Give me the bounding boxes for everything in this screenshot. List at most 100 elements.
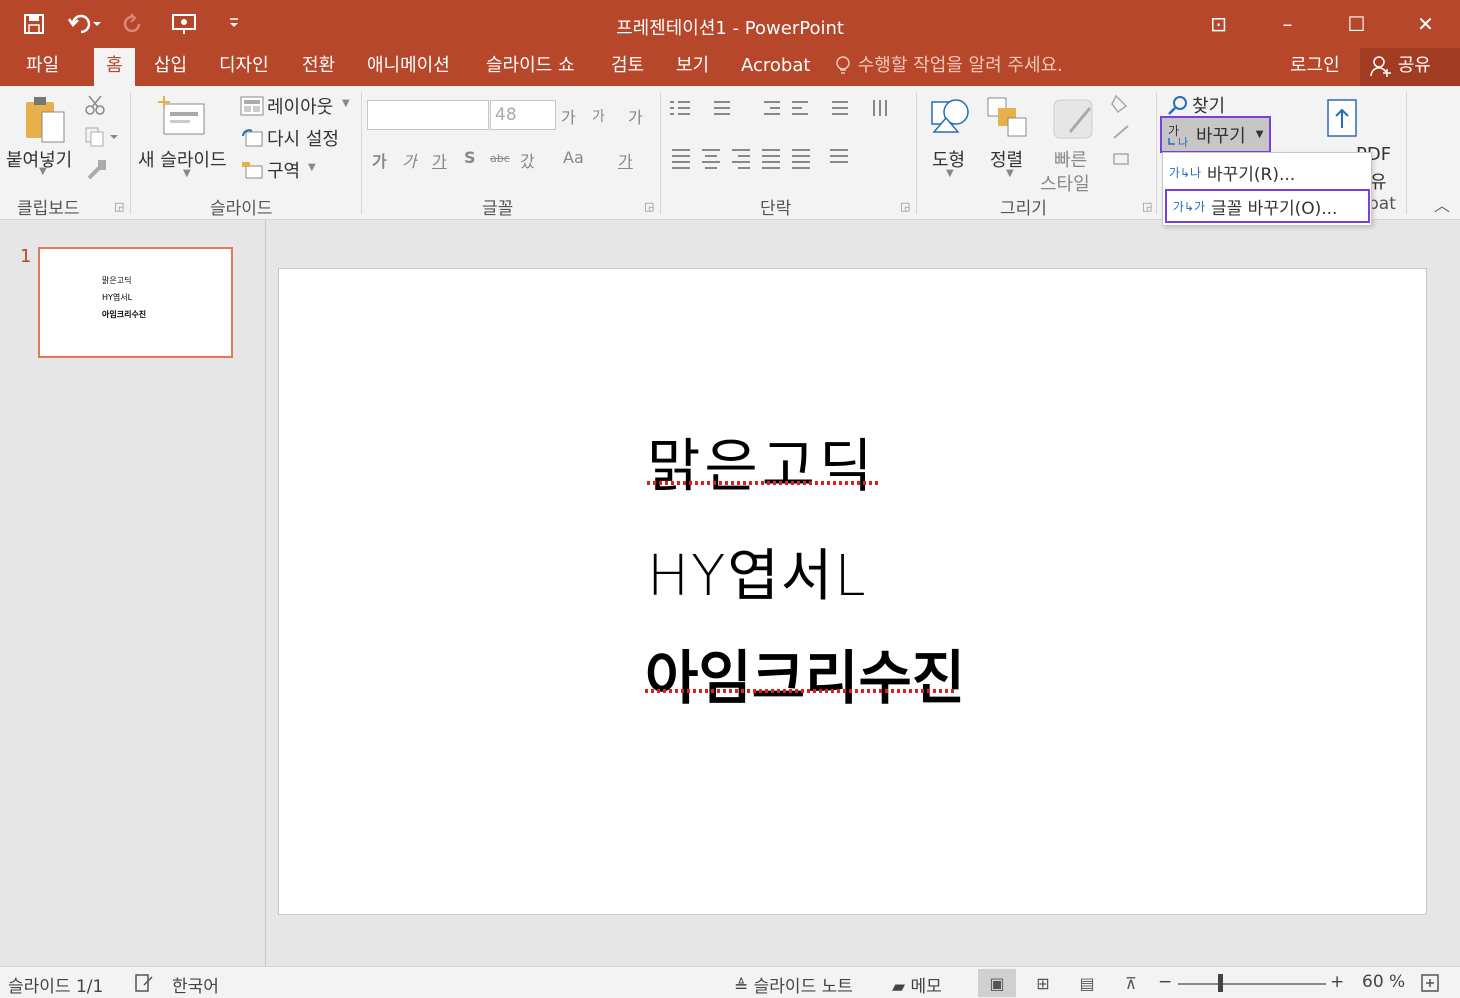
italic-button[interactable]: 가: [402, 148, 417, 172]
zoom-level[interactable]: 60 %: [1362, 972, 1405, 992]
grow-font-button[interactable]: 가: [561, 104, 576, 128]
chevron-down-icon: ▼: [183, 168, 191, 179]
tell-me-search[interactable]: 수행할 작업을 알려 주세요.: [834, 48, 1063, 86]
quick-styles-label-2: 스타일: [1040, 174, 1090, 195]
sign-in-link[interactable]: 로그인: [1290, 48, 1340, 84]
character-spacing-button[interactable]: 갔: [520, 148, 535, 172]
tab-review[interactable]: 검토: [611, 48, 644, 86]
arrange-button[interactable]: 정렬 ▼: [982, 90, 1038, 186]
tab-slide-show[interactable]: 슬라이드 쇼: [486, 48, 575, 86]
tab-acrobat[interactable]: Acrobat: [741, 48, 810, 86]
quick-styles-button[interactable]: 빠른 스타일: [1038, 90, 1110, 195]
zoom-in-button[interactable]: +: [1330, 972, 1344, 992]
zoom-out-button[interactable]: −: [1158, 972, 1172, 992]
fit-to-window-icon[interactable]: [1420, 973, 1440, 993]
underline-button[interactable]: 가: [432, 148, 447, 172]
replace-fonts-menu-item[interactable]: 가↳가 글꼴 바꾸기(O)...: [1165, 189, 1370, 223]
tab-view[interactable]: 보기: [676, 48, 709, 86]
slide-thumbnail[interactable]: 맑은고딕 HY엽서L 아임크리수진: [38, 247, 233, 358]
slide-thumbnail-pane: 1 맑은고딕 HY엽서L 아임크리수진: [0, 220, 266, 966]
font-color-button[interactable]: 가: [618, 148, 633, 172]
font-launcher-icon[interactable]: ◲: [644, 200, 654, 213]
slide-text-line-3[interactable]: 아임크리수진: [645, 631, 965, 715]
paste-button[interactable]: 붙여넣기 ▼: [6, 90, 80, 186]
slide-sorter-button[interactable]: ⊞: [1024, 969, 1062, 997]
zoom-slider-track[interactable]: [1178, 983, 1326, 985]
text-shadow-button[interactable]: S: [464, 148, 476, 167]
share-button[interactable]: 공유: [1360, 48, 1460, 86]
spellcheck-underline: [647, 481, 879, 485]
close-button[interactable]: ✕: [1391, 0, 1460, 48]
strikethrough-button[interactable]: abc: [490, 152, 510, 165]
separator: [130, 92, 131, 214]
shrink-font-button[interactable]: 가: [592, 106, 605, 126]
language-indicator[interactable]: 한국어: [172, 972, 219, 997]
replace-menu-item[interactable]: 가↳나 바꾸기(R)...: [1163, 155, 1371, 189]
collapse-ribbon-icon[interactable]: ︿: [1434, 192, 1450, 216]
reading-view-button[interactable]: ▤: [1068, 969, 1106, 997]
paragraph-launcher-icon[interactable]: ◲: [900, 200, 910, 213]
section-label: 구역: [267, 161, 301, 182]
comments-button[interactable]: ▰ 메모: [892, 972, 942, 997]
slide-text-line-1[interactable]: 맑은고딕: [647, 419, 876, 503]
shapes-button[interactable]: 도형 ▼: [924, 90, 976, 186]
find-label: 찾기: [1192, 96, 1226, 117]
clipboard-group-label: 클립보드: [17, 199, 80, 219]
section-icon: [242, 162, 263, 179]
change-case-button[interactable]: Aa: [563, 148, 584, 167]
paragraph-group-label: 단락: [760, 199, 792, 219]
slide-count: 슬라이드 1/1: [8, 977, 104, 997]
normal-view-icon: ▣: [989, 973, 1005, 993]
comments-label: 메모: [910, 977, 942, 997]
notes-button[interactable]: ≜ 슬라이드 노트: [734, 972, 853, 997]
bold-button[interactable]: 가: [372, 148, 387, 172]
paragraph-tools[interactable]: [668, 94, 908, 184]
replace-dropdown-button[interactable]: 가나 바꾸기 ▼: [1160, 116, 1271, 153]
quick-styles-icon: [1053, 99, 1093, 139]
shape-format-tools[interactable]: [1110, 92, 1150, 182]
chevron-down-icon: ▼: [1006, 168, 1014, 179]
slide-show-view-button[interactable]: ⊼: [1112, 969, 1150, 997]
copy-icon[interactable]: [84, 126, 118, 148]
drawing-launcher-icon[interactable]: ◲: [1142, 200, 1152, 213]
font-name-input[interactable]: [367, 100, 489, 130]
format-painter-icon[interactable]: [86, 158, 108, 180]
chevron-down-icon: ▼: [342, 98, 350, 109]
notes-icon: ≜: [734, 977, 754, 997]
replace-icon: 가나: [1168, 124, 1188, 148]
tab-file[interactable]: 파일: [26, 48, 59, 86]
maximize-button[interactable]: ☐: [1322, 0, 1391, 48]
reset-label: 다시 설정: [267, 129, 339, 150]
font-size-input[interactable]: 48: [490, 100, 556, 130]
comment-icon: ▰: [892, 977, 911, 997]
slide-text-line-2[interactable]: HY엽서L: [647, 531, 868, 612]
tab-transitions[interactable]: 전환: [302, 48, 335, 86]
chevron-down-icon: ▼: [39, 166, 47, 177]
new-slide-button[interactable]: 새 슬라이드 ▼: [136, 90, 234, 186]
status-bar: 슬라이드 1/1 한국어 ≜ 슬라이드 노트 ▰ 메모 ▣ ⊞ ▤ ⊼ − + …: [0, 966, 1460, 998]
tab-insert[interactable]: 삽입: [154, 48, 187, 86]
create-share-pdf-icon[interactable]: [1322, 94, 1366, 140]
tab-home[interactable]: 홈: [94, 48, 135, 86]
zoom-slider-thumb[interactable]: [1218, 974, 1223, 992]
replace-menu: 가↳나 바꾸기(R)... 가↳가 글꼴 바꾸기(O)...: [1162, 152, 1372, 226]
chevron-down-icon: ▼: [1255, 129, 1264, 140]
replace-label: 바꾸기: [1196, 125, 1246, 147]
acrobat-group-label: bat: [1368, 194, 1396, 214]
clipboard-launcher-icon[interactable]: ◲: [114, 200, 124, 213]
ribbon-display-options-button[interactable]: ⊡: [1184, 0, 1253, 48]
window-controls: ⊡ – ☐ ✕: [1184, 0, 1460, 48]
tell-me-text: 수행할 작업을 알려 주세요.: [857, 55, 1063, 76]
clear-formatting-button[interactable]: 가: [628, 104, 643, 128]
spelling-check-icon[interactable]: [134, 973, 154, 993]
cut-icon[interactable]: [84, 94, 106, 116]
replace-fonts-menu-item-label: 글꼴 바꾸기(O)...: [1211, 198, 1338, 219]
slide-canvas[interactable]: 맑은고딕 HY엽서L 아임크리수진: [278, 268, 1427, 915]
tab-animations[interactable]: 애니메이션: [367, 48, 450, 86]
normal-view-button[interactable]: ▣: [978, 969, 1016, 997]
slide-sorter-icon: ⊞: [1036, 973, 1050, 993]
new-slide-icon: [158, 96, 205, 135]
tab-design[interactable]: 디자인: [219, 48, 269, 86]
thumbnail-line-3: 아임크리수진: [102, 310, 147, 319]
minimize-button[interactable]: –: [1253, 0, 1322, 48]
